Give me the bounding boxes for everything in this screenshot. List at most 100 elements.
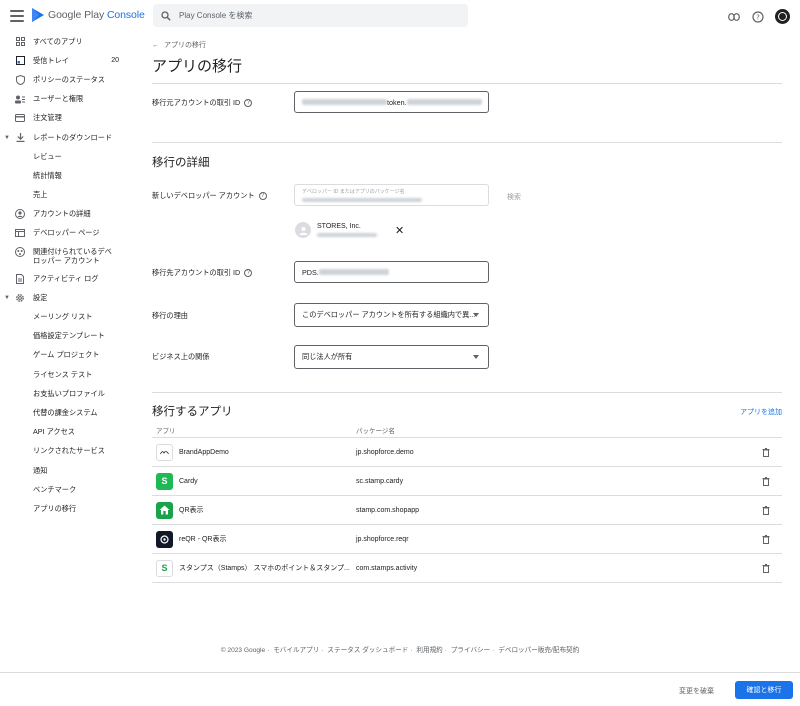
- sidebar-item-inbox[interactable]: 受信トレイ 20: [0, 51, 135, 70]
- sidebar-item-game-projects[interactable]: ゲーム プロジェクト: [0, 346, 135, 365]
- sidebar-item-settings[interactable]: ▼ 設定: [0, 288, 135, 307]
- new-dev-label: 新しいデベロッパー アカウント ?: [152, 191, 267, 201]
- top-bar: Google Play Console ?: [0, 0, 800, 34]
- trash-icon[interactable]: [762, 505, 770, 515]
- search-input[interactable]: [179, 11, 439, 20]
- sidebar-label: API アクセス: [33, 427, 75, 437]
- sidebar-item-statistics[interactable]: 統計情報: [0, 166, 135, 185]
- source-txn-field[interactable]: token.: [294, 91, 489, 113]
- relationship-label-text: ビジネス上の関係: [152, 352, 210, 361]
- back-link[interactable]: ← アプリの移行: [152, 40, 782, 50]
- footer-link-status-dashboard[interactable]: ステータス ダッシュボード: [327, 647, 408, 654]
- sidebar-item-api-access[interactable]: API アクセス: [0, 423, 135, 442]
- sidebar-item-developer-page[interactable]: デベロッパー ページ: [0, 224, 135, 243]
- footer-link-privacy[interactable]: プライバシー: [451, 647, 490, 654]
- help-icon[interactable]: ?: [258, 192, 267, 200]
- divider: [152, 142, 782, 143]
- app-name: QR表示: [179, 507, 204, 514]
- relationship-label: ビジネス上の関係: [152, 352, 210, 362]
- sidebar-item-benchmarks[interactable]: ベンチマーク: [0, 480, 135, 499]
- apps-grid-icon: [15, 37, 25, 47]
- new-dev-field[interactable]: デベロッパー ID またはアプリのパッケージ名: [294, 184, 489, 206]
- package-name: sc.stamp.cardy: [356, 477, 404, 485]
- sidebar-label: 関連付けられているデベロッパー アカウント: [33, 247, 112, 266]
- sidebar-item-order-management[interactable]: 注文管理: [0, 109, 135, 128]
- page-icon: [15, 228, 25, 238]
- sidebar-label: アプリの移行: [33, 503, 77, 513]
- table-row[interactable]: BrandAppDemo jp.shopforce.demo: [152, 438, 782, 467]
- discard-changes-button[interactable]: 変更を破棄: [679, 686, 714, 696]
- trash-icon[interactable]: [762, 447, 770, 457]
- redacted-text: [406, 99, 482, 105]
- sidebar-item-users-permissions[interactable]: ユーザーと権限: [0, 90, 135, 109]
- table-row[interactable]: QR表示 stamp.com.shopapp: [152, 496, 782, 525]
- divider: [152, 392, 782, 393]
- account-avatar[interactable]: [775, 9, 790, 24]
- help-icon[interactable]: ?: [751, 10, 765, 24]
- sidebar-label: ライセンス テスト: [33, 369, 93, 379]
- sidebar-item-notifications[interactable]: 通知: [0, 461, 135, 480]
- trash-icon[interactable]: [762, 534, 770, 544]
- package-name: stamp.com.shopapp: [356, 506, 420, 514]
- source-txn-label-text: 移行元アカウントの取引 ID: [152, 98, 241, 107]
- sidebar-item-license-testing[interactable]: ライセンス テスト: [0, 365, 135, 384]
- sidebar-item-reviews[interactable]: レビュー: [0, 147, 135, 166]
- dest-txn-field[interactable]: PDS.: [294, 261, 489, 283]
- trash-icon[interactable]: [762, 476, 770, 486]
- sidebar-label: メーリング リスト: [33, 312, 93, 322]
- package-name: com.stamps.activity: [356, 564, 418, 572]
- sidebar-item-pricing-templates[interactable]: 価格設定テンプレート: [0, 327, 135, 346]
- add-app-button[interactable]: アプリを追加: [740, 407, 782, 417]
- chevron-down-icon[interactable]: ▼: [4, 135, 10, 141]
- footer-link-terms[interactable]: 利用規約: [416, 647, 442, 654]
- table-row[interactable]: S Cardy sc.stamp.cardy: [152, 467, 782, 496]
- table-header: アプリ パッケージ名: [152, 422, 782, 438]
- page-title: アプリの移行: [152, 58, 243, 75]
- sidebar-item-payment-profile[interactable]: お支払いプロファイル: [0, 384, 135, 403]
- sidebar-item-alternative-billing[interactable]: 代替の課金システム: [0, 403, 135, 422]
- sidebar-label: ポリシーのステータス: [33, 74, 105, 84]
- sidebar-item-activity-log[interactable]: アクティビティ ログ: [0, 269, 135, 288]
- link-icon[interactable]: [727, 10, 741, 24]
- sidebar-item-linked-accounts[interactable]: 関連付けられているデベロッパー アカウント: [0, 243, 135, 269]
- section-title-apps: 移行するアプリ: [152, 406, 233, 418]
- reason-select[interactable]: このデベロッパー アカウントを所有する組織内で異...: [294, 303, 489, 327]
- caret-down-icon: [473, 355, 479, 359]
- arrow-left-icon: ←: [152, 41, 159, 49]
- sidebar-item-mailing-list[interactable]: メーリング リスト: [0, 307, 135, 326]
- source-txn-visible: token.: [387, 97, 407, 107]
- play-console-logo[interactable]: Google Play Console: [32, 8, 145, 22]
- sidebar-label: 価格設定テンプレート: [33, 331, 105, 341]
- search-bar[interactable]: [153, 4, 468, 27]
- sidebar-item-app-transfer[interactable]: アプリの移行: [0, 499, 135, 518]
- chevron-down-icon[interactable]: ▼: [4, 295, 10, 301]
- table-row[interactable]: S スタンプス（Stamps） スマホのポイント＆スタンプ... com.sta…: [152, 554, 782, 583]
- sidebar-item-report-download[interactable]: ▼ レポートのダウンロード: [0, 128, 135, 147]
- new-dev-label-text: 新しいデベロッパー アカウント: [152, 191, 255, 200]
- selected-developer-name: STORES, Inc.: [317, 223, 361, 230]
- qr-display-icon: [156, 501, 173, 519]
- sidebar-item-all-apps[interactable]: すべてのアプリ: [0, 32, 135, 51]
- footer-link-mobile-app[interactable]: モバイルアプリ: [273, 647, 319, 654]
- account-icon: [15, 209, 25, 220]
- close-icon[interactable]: ✕: [395, 224, 404, 237]
- sidebar-item-account-details[interactable]: アカウントの詳細: [0, 205, 135, 224]
- sidebar-label: レビュー: [33, 151, 62, 161]
- help-icon[interactable]: ?: [244, 99, 253, 107]
- sidebar-label: ゲーム プロジェクト: [33, 350, 100, 360]
- sidebar-item-policy-status[interactable]: ポリシーのステータス: [0, 70, 135, 89]
- search-developer-button[interactable]: 検索: [507, 192, 521, 202]
- help-icon[interactable]: ?: [244, 269, 253, 277]
- avatar: [295, 222, 311, 238]
- confirm-transfer-button[interactable]: 確認と移行: [735, 681, 793, 699]
- divider: [152, 83, 782, 84]
- table-row[interactable]: reQR - QR表示 jp.shopforce.reqr: [152, 525, 782, 554]
- reqr-icon: [156, 530, 173, 548]
- footer-link-distribution-agreement[interactable]: デベロッパー販売/配布契約: [498, 647, 579, 654]
- trash-icon[interactable]: [762, 563, 770, 573]
- sidebar-item-sales[interactable]: 売上: [0, 186, 135, 205]
- relationship-select[interactable]: 同じ法人が所有: [294, 345, 489, 369]
- menu-icon[interactable]: [10, 10, 24, 22]
- sidebar-label: すべてのアプリ: [33, 36, 83, 46]
- sidebar-item-linked-services[interactable]: リンクされたサービス: [0, 442, 135, 461]
